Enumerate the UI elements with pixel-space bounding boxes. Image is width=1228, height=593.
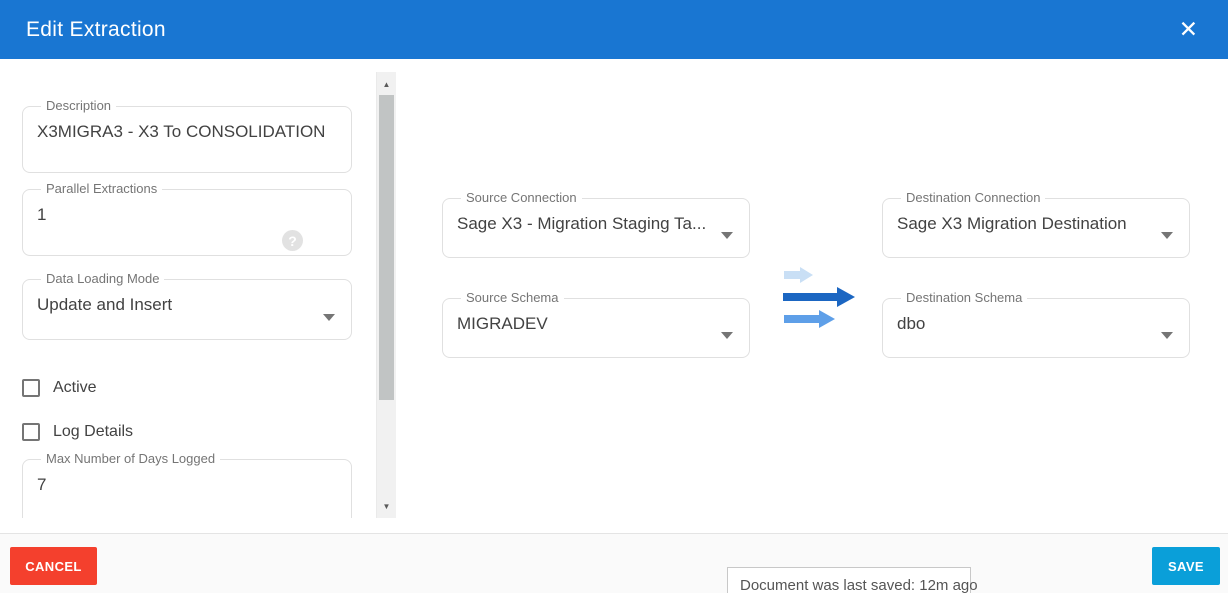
source-schema-value: MIGRADEV (457, 314, 735, 334)
source-schema-label: Source Schema (461, 291, 564, 305)
chevron-down-icon[interactable] (721, 232, 733, 239)
source-connection-label: Source Connection (461, 191, 582, 205)
save-button[interactable]: SAVE (1152, 547, 1220, 585)
destination-connection-label: Destination Connection (901, 191, 1045, 205)
max-days-logged-field[interactable]: Max Number of Days Logged 7 (22, 452, 352, 518)
description-label: Description (41, 99, 116, 113)
scrollbar-thumb[interactable] (379, 95, 394, 400)
close-icon[interactable]: ✕ (1175, 16, 1202, 43)
description-value[interactable]: X3MIGRA3 - X3 To CONSOLIDATION (37, 122, 337, 142)
scroll-up-icon[interactable]: ▲ (377, 76, 396, 92)
log-details-checkbox-row[interactable]: Log Details (22, 423, 133, 441)
destination-connection-select[interactable]: Destination Connection Sage X3 Migration… (882, 191, 1190, 258)
chevron-down-icon[interactable] (1161, 332, 1173, 339)
last-saved-tooltip: Document was last saved: 12m ago (727, 567, 971, 593)
active-checkbox-row[interactable]: Active (22, 379, 97, 397)
source-connection-select[interactable]: Source Connection Sage X3 - Migration St… (442, 191, 750, 258)
help-icon[interactable]: ? (282, 230, 303, 251)
chevron-down-icon[interactable] (323, 314, 335, 321)
destination-connection-value: Sage X3 Migration Destination (897, 214, 1175, 234)
destination-schema-label: Destination Schema (901, 291, 1027, 305)
source-schema-select[interactable]: Source Schema MIGRADEV (442, 291, 750, 358)
destination-schema-select[interactable]: Destination Schema dbo (882, 291, 1190, 358)
source-connection-value: Sage X3 - Migration Staging Ta... (457, 214, 735, 234)
chevron-down-icon[interactable] (1161, 232, 1173, 239)
description-field[interactable]: Description X3MIGRA3 - X3 To CONSOLIDATI… (22, 99, 352, 173)
cancel-button[interactable]: CANCEL (10, 547, 97, 585)
dialog-footer: CANCEL Document was last saved: 12m ago … (0, 533, 1228, 593)
max-days-logged-label: Max Number of Days Logged (41, 452, 220, 466)
destination-schema-value: dbo (897, 314, 1175, 334)
parallel-extractions-value[interactable]: 1 (37, 205, 337, 225)
active-checkbox-label: Active (53, 379, 97, 397)
data-transfer-arrows-icon (781, 266, 857, 328)
parallel-extractions-field[interactable]: Parallel Extractions 1 ? (22, 182, 352, 256)
scroll-down-icon[interactable]: ▼ (377, 498, 396, 514)
data-loading-mode-label: Data Loading Mode (41, 272, 164, 286)
data-loading-mode-select[interactable]: Data Loading Mode Update and Insert (22, 272, 352, 340)
log-details-checkbox-label: Log Details (53, 423, 133, 441)
chevron-down-icon[interactable] (721, 332, 733, 339)
form-scroll-pane: Description X3MIGRA3 - X3 To CONSOLIDATI… (0, 59, 376, 518)
data-loading-mode-value: Update and Insert (37, 295, 337, 315)
max-days-logged-value[interactable]: 7 (37, 475, 337, 495)
dialog-header: Edit Extraction ✕ (0, 0, 1228, 59)
dialog-title: Edit Extraction (26, 18, 166, 42)
active-checkbox[interactable] (22, 379, 40, 397)
log-details-checkbox[interactable] (22, 423, 40, 441)
edit-extraction-dialog: Edit Extraction ✕ Description X3MIGRA3 -… (0, 0, 1228, 593)
vertical-scrollbar[interactable]: ▲ ▼ (376, 72, 396, 518)
parallel-extractions-label: Parallel Extractions (41, 182, 162, 196)
